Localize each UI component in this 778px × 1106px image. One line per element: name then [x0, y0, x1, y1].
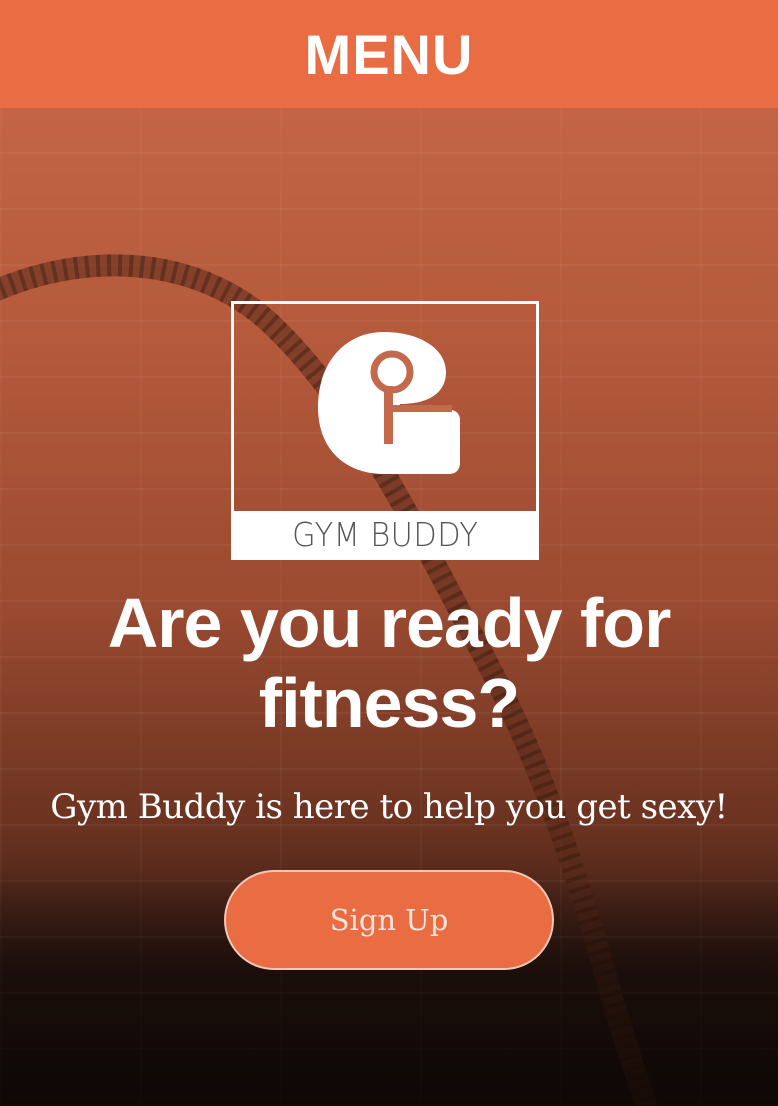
logo-brand-band: GYM BUDDY [234, 511, 536, 557]
menu-button[interactable]: MENU [305, 22, 474, 87]
top-bar: MENU [0, 0, 778, 108]
sign-up-button[interactable]: Sign Up [224, 870, 554, 970]
gym-buddy-logo: GYM BUDDY [231, 301, 539, 560]
logo-brand-text: GYM BUDDY [291, 514, 479, 554]
landing-page: MENU GYM BUDDY Are you ready for fitness… [0, 0, 778, 1106]
hero-headline: Are you ready for fitness? [107, 584, 672, 742]
hero-subheadline: Gym Buddy is here to help you get sexy! [50, 787, 728, 827]
gym-buddy-g-logo-icon [318, 332, 460, 474]
